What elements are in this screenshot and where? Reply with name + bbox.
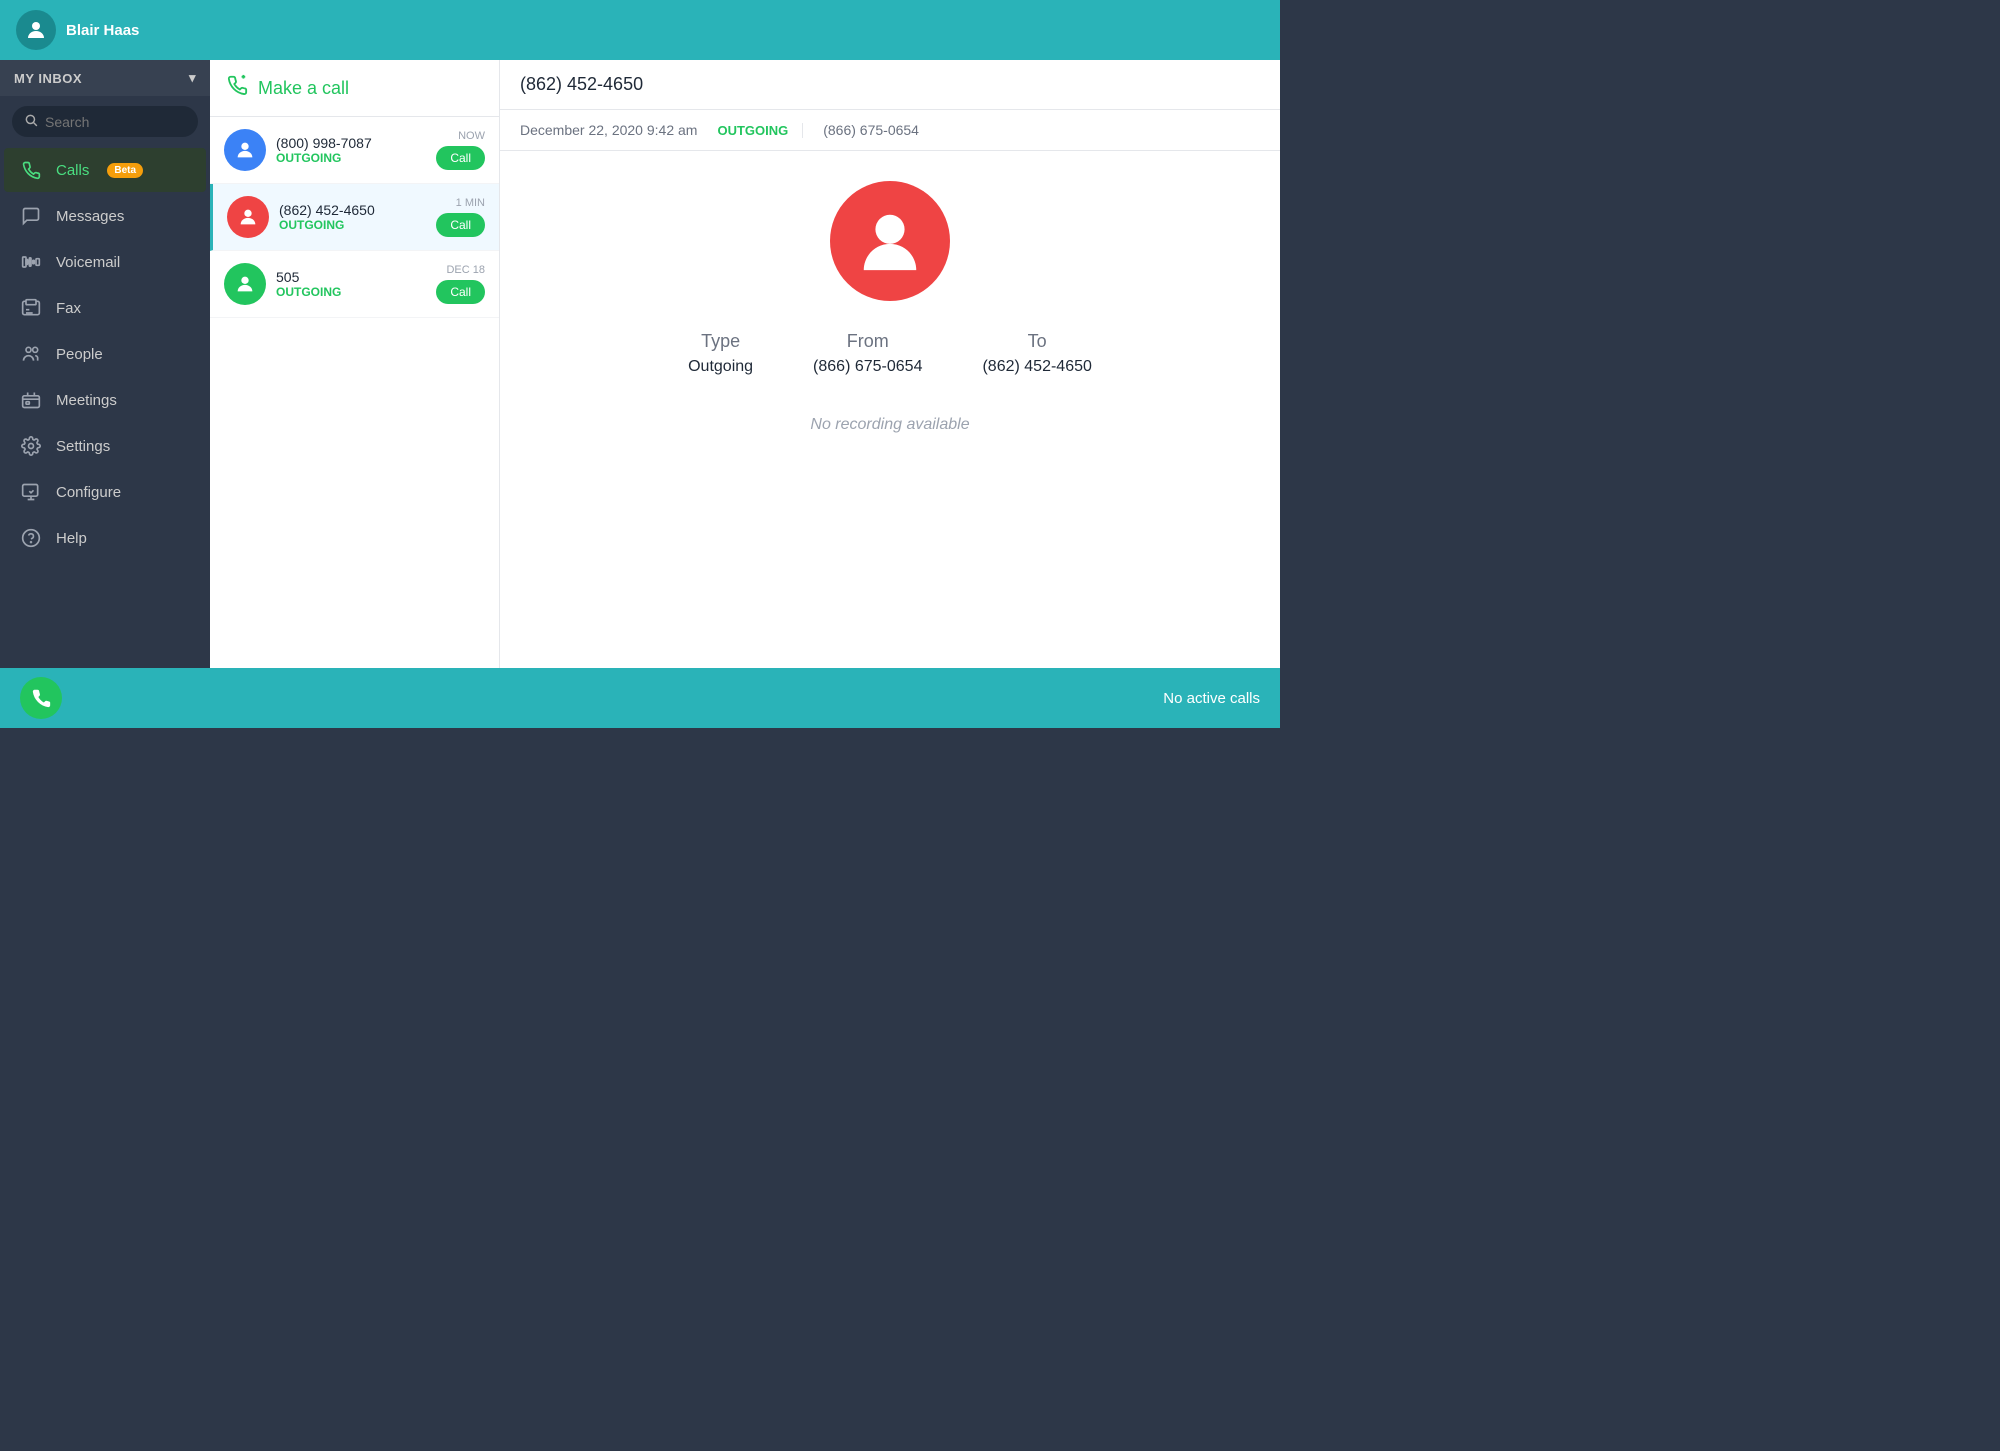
contact-avatar-large: [830, 181, 950, 301]
call-meta-2: 1 MIN Call: [436, 197, 485, 237]
configure-icon: [20, 482, 42, 502]
inbox-header[interactable]: MY INBOX ▾: [0, 60, 210, 96]
messages-icon: [20, 206, 42, 226]
call-time-3: DEC 18: [446, 264, 485, 276]
inbox-label: MY INBOX: [14, 71, 82, 86]
type-label: Type: [701, 331, 740, 352]
sidebar-item-label-people: People: [56, 346, 103, 363]
meetings-icon: [20, 390, 42, 410]
people-icon: [20, 344, 42, 364]
beta-badge: Beta: [107, 163, 143, 178]
calls-icon: [20, 160, 42, 180]
from-label: From: [847, 331, 889, 352]
sidebar-item-label-calls: Calls: [56, 162, 89, 179]
call-meta-3: DEC 18 Call: [436, 264, 485, 304]
sidebar-item-settings[interactable]: Settings: [4, 424, 206, 468]
call-number-2: (862) 452-4650: [279, 202, 426, 218]
call-direction-3: OUTGOING: [276, 285, 426, 299]
user-name: Blair Haas: [66, 22, 139, 39]
call-time-1: NOW: [458, 130, 485, 142]
detail-phone: (862) 452-4650: [520, 74, 1260, 95]
sidebar-item-label-configure: Configure: [56, 484, 121, 501]
call-info-1: (800) 998-7087 OUTGOING: [276, 135, 426, 165]
sidebar-item-people[interactable]: People: [4, 332, 206, 376]
sidebar-item-label-fax: Fax: [56, 300, 81, 317]
sidebar-item-label-meetings: Meetings: [56, 392, 117, 409]
sidebar-item-meetings[interactable]: Meetings: [4, 378, 206, 422]
call-avatar-1: [224, 129, 266, 171]
avatar: [16, 10, 56, 50]
sidebar-item-help[interactable]: Help: [4, 516, 206, 560]
detail-body: Type Outgoing From (866) 675-0654 To (86…: [500, 151, 1280, 668]
make-call-title: Make a call: [258, 78, 349, 99]
call-item-3[interactable]: 505 OUTGOING DEC 18 Call: [210, 251, 499, 318]
sidebar-item-configure[interactable]: Configure: [4, 470, 206, 514]
from-value: (866) 675-0654: [813, 358, 922, 376]
no-recording: No recording available: [810, 416, 969, 434]
call-item-selected[interactable]: (862) 452-4650 OUTGOING 1 MIN Call: [210, 184, 499, 251]
call-number-1: (800) 998-7087: [276, 135, 426, 151]
make-call-header[interactable]: Make a call: [210, 60, 499, 117]
call-info-3: 505 OUTGOING: [276, 269, 426, 299]
outgoing-badge: OUTGOING: [717, 123, 803, 138]
type-col: Type Outgoing: [688, 331, 753, 376]
sidebar-item-label-help: Help: [56, 530, 87, 547]
call-number-3: 505: [276, 269, 426, 285]
top-bar: Blair Haas: [0, 0, 1280, 60]
inbox-dropdown-icon[interactable]: ▾: [189, 70, 196, 86]
fax-icon: [20, 298, 42, 318]
call-meta-1: NOW Call: [436, 130, 485, 170]
settings-icon: [20, 436, 42, 456]
help-icon: [20, 528, 42, 548]
make-call-phone-icon: [226, 74, 248, 102]
voicemail-icon: [20, 252, 42, 272]
sidebar-item-voicemail[interactable]: Voicemail: [4, 240, 206, 284]
call-direction-1: OUTGOING: [276, 151, 426, 165]
call-button-1[interactable]: Call: [436, 146, 485, 170]
sidebar-item-label-messages: Messages: [56, 208, 124, 225]
call-info-2: (862) 452-4650 OUTGOING: [279, 202, 426, 232]
call-avatar-2: [227, 196, 269, 238]
sidebar-item-fax[interactable]: Fax: [4, 286, 206, 330]
detail-from-number: (866) 675-0654: [823, 122, 919, 138]
call-time-2: 1 MIN: [456, 197, 485, 209]
phone-button[interactable]: [20, 677, 62, 719]
call-avatar-3: [224, 263, 266, 305]
call-direction-2: OUTGOING: [279, 218, 426, 232]
to-col: To (862) 452-4650: [982, 331, 1091, 376]
sidebar: MY INBOX ▾ Calls Beta: [0, 60, 210, 668]
to-label: To: [1028, 331, 1047, 352]
sidebar-item-label-voicemail: Voicemail: [56, 254, 120, 271]
detail-meta-row: December 22, 2020 9:42 am OUTGOING (866)…: [500, 110, 1280, 151]
calls-panel: Make a call (800) 998-7087 OUTGOING NOW …: [210, 60, 500, 668]
call-button-2[interactable]: Call: [436, 213, 485, 237]
search-icon: [24, 113, 38, 130]
no-active-calls: No active calls: [1163, 690, 1260, 707]
type-value: Outgoing: [688, 358, 753, 376]
call-button-3[interactable]: Call: [436, 280, 485, 304]
search-box[interactable]: [12, 106, 198, 137]
detail-header: (862) 452-4650: [500, 60, 1280, 110]
sidebar-item-label-settings: Settings: [56, 438, 110, 455]
detail-date: December 22, 2020 9:42 am: [520, 122, 697, 138]
user-info: Blair Haas: [16, 10, 139, 50]
call-details-grid: Type Outgoing From (866) 675-0654 To (86…: [688, 331, 1092, 376]
bottom-bar: No active calls: [0, 668, 1280, 728]
search-input[interactable]: [45, 114, 186, 130]
sidebar-item-messages[interactable]: Messages: [4, 194, 206, 238]
from-col: From (866) 675-0654: [813, 331, 922, 376]
call-item[interactable]: (800) 998-7087 OUTGOING NOW Call: [210, 117, 499, 184]
sidebar-item-calls[interactable]: Calls Beta: [4, 148, 206, 192]
detail-panel: (862) 452-4650 December 22, 2020 9:42 am…: [500, 60, 1280, 668]
to-value: (862) 452-4650: [982, 358, 1091, 376]
